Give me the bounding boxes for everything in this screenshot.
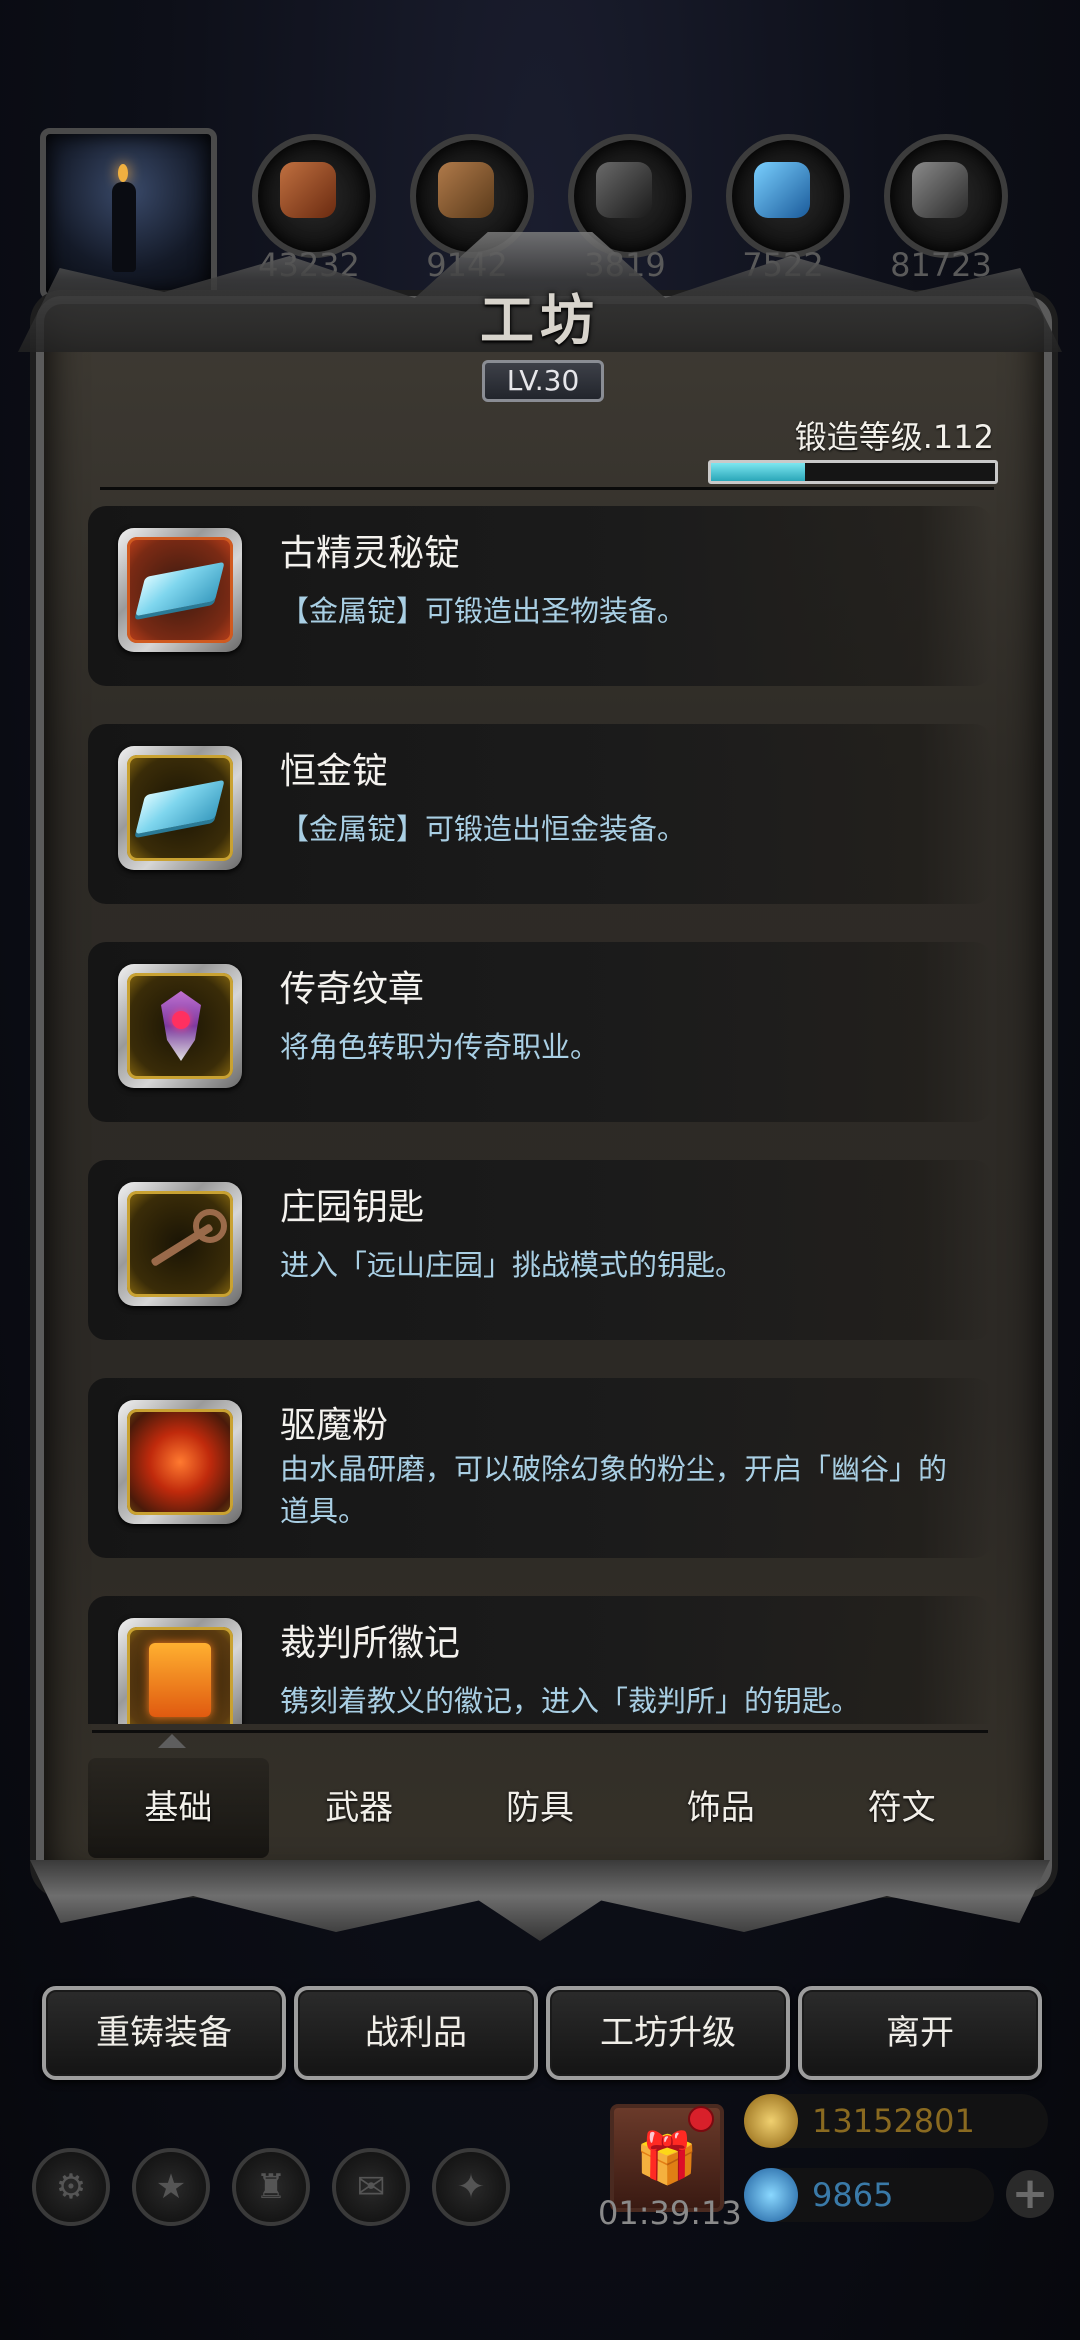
item-icon-frame [118, 528, 242, 652]
torch-icon [118, 164, 128, 182]
divider [100, 487, 994, 490]
key-icon [127, 1191, 233, 1297]
add-currency-button[interactable]: + [1006, 2170, 1054, 2218]
list-item[interactable]: 古精灵秘锭 【金属锭】可锻造出圣物装备。 [88, 506, 992, 686]
dust-icon [127, 1409, 233, 1515]
item-desc: 镌刻着教义的徽记，进入「裁判所」的钥匙。 [280, 1684, 861, 1718]
forge-level-label: 锻造等级.112 [794, 418, 994, 456]
list-item[interactable]: 传奇纹章 将角色转职为传奇职业。 [88, 942, 992, 1122]
compass-icon[interactable]: ✦ [432, 2148, 510, 2226]
resource-slot-crystal[interactable] [726, 134, 850, 258]
list-item[interactable]: 庄园钥匙 进入「远山庄园」挑战模式的钥匙。 [88, 1160, 992, 1340]
tab-armor[interactable]: 防具 [450, 1758, 631, 1858]
star-icon[interactable]: ★ [132, 2148, 210, 2226]
notification-dot [688, 2106, 714, 2132]
list-item[interactable]: 裁判所徽记 镌刻着教义的徽记，进入「裁判所」的钥匙。 [88, 1596, 992, 1724]
item-icon-frame [118, 1182, 242, 1306]
action-bar: 重铸装备 战利品 工坊升级 离开 [40, 1986, 1042, 2080]
level-badge: LV.30 [482, 360, 604, 402]
item-icon-frame [118, 964, 242, 1088]
ingot-icon [127, 537, 233, 643]
resource-slot-wood-log[interactable] [252, 134, 376, 258]
forge-progress-fill [711, 463, 805, 481]
item-desc: 将角色转职为传奇职业。 [280, 1030, 600, 1064]
item-icon-frame [118, 746, 242, 870]
divider [92, 1730, 988, 1733]
ingot-icon [127, 755, 233, 861]
gem-display: 9865 [744, 2168, 994, 2222]
item-name: 驱魔粉 [280, 1405, 389, 1446]
gift-timer: 01:39:13 [598, 2194, 742, 2232]
tab-accessories[interactable]: 饰品 [630, 1758, 811, 1858]
figure-icon [112, 182, 136, 272]
item-icon-frame [118, 1618, 242, 1724]
page-title: 工坊 [480, 288, 600, 352]
gold-display: 13152801 [744, 2094, 1048, 2148]
crystal-icon [754, 162, 810, 218]
workshop-upgrade-button[interactable]: 工坊升级 [546, 1986, 790, 2080]
reforge-button[interactable]: 重铸装备 [42, 1986, 286, 2080]
item-name: 古精灵秘锭 [280, 533, 461, 574]
gem-amount: 9865 [812, 2176, 894, 2214]
guild-icon[interactable]: ♜ [232, 2148, 310, 2226]
iron-icon [596, 162, 652, 218]
planks-icon [438, 162, 494, 218]
item-desc: 进入「远山庄园」挑战模式的钥匙。 [280, 1248, 745, 1282]
item-name: 裁判所徽记 [280, 1623, 461, 1664]
gold-coin-icon [744, 2094, 798, 2148]
steel-icon [912, 162, 968, 218]
wood-log-icon [280, 162, 336, 218]
panel-ornament-bottom [30, 1860, 1050, 1941]
list-item[interactable]: 恒金锭 【金属锭】可锻造出恒金装备。 [88, 724, 992, 904]
item-desc: 【金属锭】可锻造出恒金装备。 [280, 812, 687, 846]
item-list[interactable]: 古精灵秘锭 【金属锭】可锻造出圣物装备。 恒金锭 【金属锭】可锻造出恒金装备。 … [88, 506, 992, 1724]
item-name: 恒金锭 [280, 751, 389, 792]
settings-icon[interactable]: ⚙ [32, 2148, 110, 2226]
tab-basic[interactable]: 基础 [88, 1758, 269, 1858]
loot-button[interactable]: 战利品 [294, 1986, 538, 2080]
resource-slot-steel[interactable] [884, 134, 1008, 258]
gold-amount: 13152801 [812, 2102, 975, 2140]
seal-icon [127, 1627, 233, 1724]
item-name: 庄园钥匙 [280, 1187, 425, 1228]
item-icon-frame [118, 1400, 242, 1524]
tab-runes[interactable]: 符文 [811, 1758, 992, 1858]
item-desc: 【金属锭】可锻造出圣物装备。 [280, 594, 687, 628]
mail-icon[interactable]: ✉ [332, 2148, 410, 2226]
list-item[interactable]: 驱魔粉 由水晶研磨，可以破除幻象的粉尘，开启「幽谷」的道具。 [88, 1378, 992, 1558]
category-tabs: 基础 武器 防具 饰品 符文 [88, 1758, 992, 1858]
tab-weapons[interactable]: 武器 [269, 1758, 450, 1858]
item-name: 传奇纹章 [280, 969, 425, 1010]
forge-progress-bar [708, 460, 998, 484]
item-desc: 由水晶研磨，可以破除幻象的粉尘，开启「幽谷」的道具。 [280, 1452, 948, 1528]
gem-icon [744, 2168, 798, 2222]
crest-icon [127, 973, 233, 1079]
leave-button[interactable]: 离开 [798, 1986, 1042, 2080]
